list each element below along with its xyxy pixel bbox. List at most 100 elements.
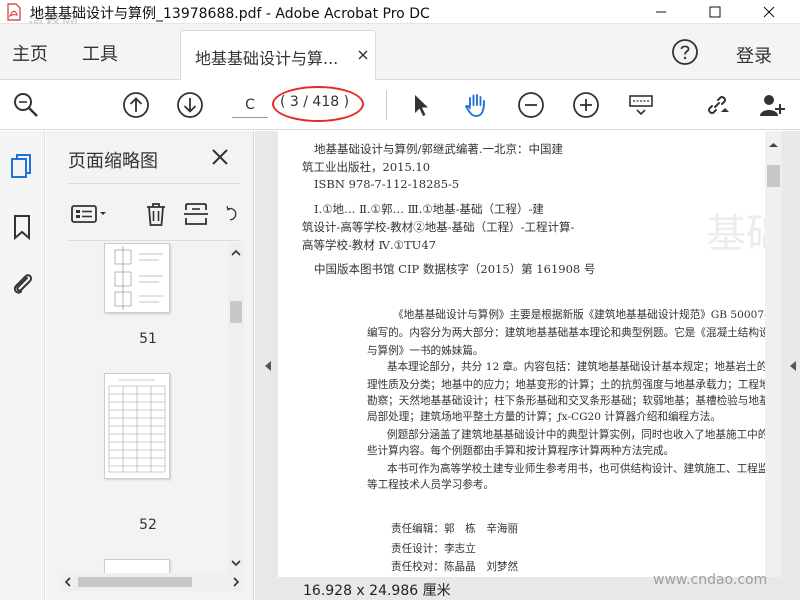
panel-close-icon[interactable] [210, 147, 230, 167]
thumbnail-options-button[interactable] [70, 200, 110, 228]
collapse-left-panel-icon[interactable] [263, 360, 273, 372]
select-tool-button[interactable] [407, 91, 435, 119]
main-toolbar: C ( 3 / 418 ) [0, 80, 800, 130]
intro-line: 本书可作为高等学校土建专业师生参考用书，也可供结构设计、建筑施工、工程监理 [387, 463, 775, 475]
thumbnail-preview [108, 379, 166, 473]
credit-line: 责任设计：李志立 [391, 543, 476, 555]
scroll-right-icon[interactable] [228, 573, 244, 591]
maximize-icon [709, 6, 721, 18]
intro-line: 《地基基础设计与算例》主要是根据新版《建筑地基基础设计规范》GB 50007—2… [393, 309, 775, 321]
thumbnail-list: 51 52 [68, 243, 228, 573]
document-tab-label: 地基基础设计与算... [195, 49, 339, 68]
share-link-button[interactable] [703, 91, 731, 119]
pdf-page[interactable]: 基础设计与算 地基基础设计与算例/郭继武编著.一北京：中国建 筑工业出版社，20… [278, 131, 775, 577]
next-page-button[interactable] [176, 91, 204, 119]
extract-page-button[interactable] [182, 200, 210, 228]
navigation-rail [0, 131, 45, 600]
thumbnail-page-51[interactable] [104, 243, 170, 313]
page-display-button[interactable] [627, 91, 655, 119]
delete-page-button[interactable] [142, 200, 170, 228]
intro-line: 基本理论部分，共分 12 章。内容包括：建筑地基基础设计基本规定；地基岩土的物 [387, 361, 775, 373]
panel-title: 页面缩略图 [68, 151, 158, 172]
help-icon[interactable] [671, 38, 699, 66]
scrollbar-thumb[interactable] [78, 577, 192, 587]
intro-line: 理性质及分类；地基中的应力；地基变形的计算；土的抗剪强度与地基承载力；工程地质 [367, 379, 775, 391]
thumbnail-preview [114, 246, 163, 310]
tab-close-icon[interactable] [357, 49, 369, 61]
cip-line: 筑设计-高等学校-教材②地基-基础（工程）-工程计算- [302, 220, 575, 234]
cip-line: 地基基础设计与算例/郭继武编著.一北京：中国建 [314, 142, 564, 156]
credit-line: 责任编辑：郭 栋 辛海丽 [391, 523, 519, 535]
close-icon [763, 6, 775, 18]
cip-line: ISBN 978-7-112-18285-5 [314, 177, 460, 191]
intro-line: 些计算内容。每个例题都由手算和按计算程序计算两种方法完成。 [367, 445, 675, 457]
expand-right-panel-icon[interactable] [788, 360, 798, 372]
document-vertical-scrollbar[interactable] [765, 131, 782, 577]
hand-icon [465, 94, 485, 117]
intro-line: 局部处理；建筑场地平整土方量的计算；ƒx-CG20 计算器介绍和编程方法。 [367, 411, 721, 423]
minimize-button[interactable] [638, 0, 684, 24]
tools-tab[interactable]: 工具 [82, 40, 118, 66]
pages-icon [11, 154, 31, 178]
acrobat-app-icon [7, 3, 21, 21]
home-tab[interactable]: 主页 [12, 40, 48, 66]
tab-bar: 主页 工具 地基基础设计与算... 登录 [0, 24, 800, 80]
bookmark-icon [14, 215, 30, 241]
magnifier-icon [14, 93, 38, 117]
link-icon [708, 96, 729, 114]
minus-circle-icon [518, 92, 544, 118]
page-number-input[interactable]: C [232, 92, 268, 118]
zoom-in-button[interactable] [572, 91, 600, 119]
window-title: 地基基础设计与算例_13978688.pdf - Adobe Acrobat P… [30, 6, 430, 22]
zoom-search-button[interactable] [12, 91, 40, 119]
cip-line: 高等学校-教材 Ⅳ.①TU47 [302, 238, 436, 252]
plus-circle-icon [573, 92, 599, 118]
cip-line: 中国版本图书馆 CIP 数据核字（2015）第 161908 号 [314, 262, 596, 276]
page-size-readout: 16.928 x 24.986 厘米 [303, 583, 451, 599]
previous-page-button[interactable] [122, 91, 150, 119]
thumbnail-vertical-scrollbar[interactable] [228, 243, 244, 573]
scrollbar-thumb[interactable] [767, 165, 780, 187]
scroll-up-icon[interactable] [765, 137, 782, 153]
arrow-down-circle-icon [177, 92, 203, 118]
close-window-button[interactable] [746, 0, 792, 24]
hand-tool-button[interactable] [462, 91, 490, 119]
title-bar: 道格网 地基基础设计与算例_13978688.pdf - Adobe Acrob… [0, 0, 800, 33]
list-options-icon [71, 205, 106, 223]
scroll-down-icon[interactable] [228, 555, 244, 571]
scroll-left-icon[interactable] [60, 573, 76, 591]
thumbnail-page-52[interactable] [104, 373, 170, 479]
toolbar-divider [386, 90, 387, 120]
login-button[interactable]: 登录 [736, 42, 772, 68]
page-count: ( 3 / 418 ) [280, 94, 350, 110]
maximize-button[interactable] [692, 0, 738, 24]
thumbnail-label: 51 [139, 331, 157, 347]
credit-line: 责任校对：陈晶晶 刘梦然 [391, 561, 519, 573]
scroll-up-icon[interactable] [228, 245, 244, 261]
page-thumbnails-button[interactable] [9, 153, 35, 181]
paperclip-icon [13, 274, 33, 294]
document-view: 基础设计与算 地基基础设计与算例/郭继武编著.一北京：中国建 筑工业出版社，20… [255, 131, 800, 600]
thumbnail-label: 52 [139, 517, 157, 533]
zoom-out-button[interactable] [517, 91, 545, 119]
add-user-icon [760, 95, 785, 116]
intro-line: 与算例》一书的姊妹篇。 [367, 345, 484, 357]
rotate-icon [226, 206, 237, 221]
thumbnail-page-53[interactable] [104, 559, 170, 573]
thumbnail-horizontal-scrollbar[interactable] [60, 573, 244, 591]
bookmarks-button[interactable] [9, 213, 35, 241]
attachments-button[interactable] [9, 269, 35, 297]
document-tab[interactable]: 地基基础设计与算... [180, 30, 376, 80]
add-user-button[interactable] [758, 91, 786, 119]
cursor-arrow-icon [415, 95, 428, 116]
trash-icon [147, 203, 165, 226]
cip-line: Ⅰ.①地… Ⅱ.①郭… Ⅲ.①地基-基础（工程）-建 [314, 202, 544, 216]
intro-line: 等工程技术人员学习参考。 [367, 479, 495, 491]
thumbnail-tools [68, 183, 240, 241]
rotate-page-button[interactable] [220, 200, 240, 228]
scrollbar-thumb[interactable] [230, 301, 242, 323]
intro-line: 例题部分涵盖了建筑地基基础设计中的典型计算实例，同时也收入了地基施工中的一 [387, 429, 775, 441]
intro-line: 勘察；天然地基基础设计；柱下条形基础和交叉条形基础；软弱地基；基槽检验与地基的 [367, 395, 775, 407]
intro-line: 编写的。内容分为两大部分：建筑地基基础基本理论和典型例题。它是《混凝土结构设计 [367, 327, 775, 339]
thumbnail-panel: 页面缩略图 51 52 [46, 131, 254, 600]
